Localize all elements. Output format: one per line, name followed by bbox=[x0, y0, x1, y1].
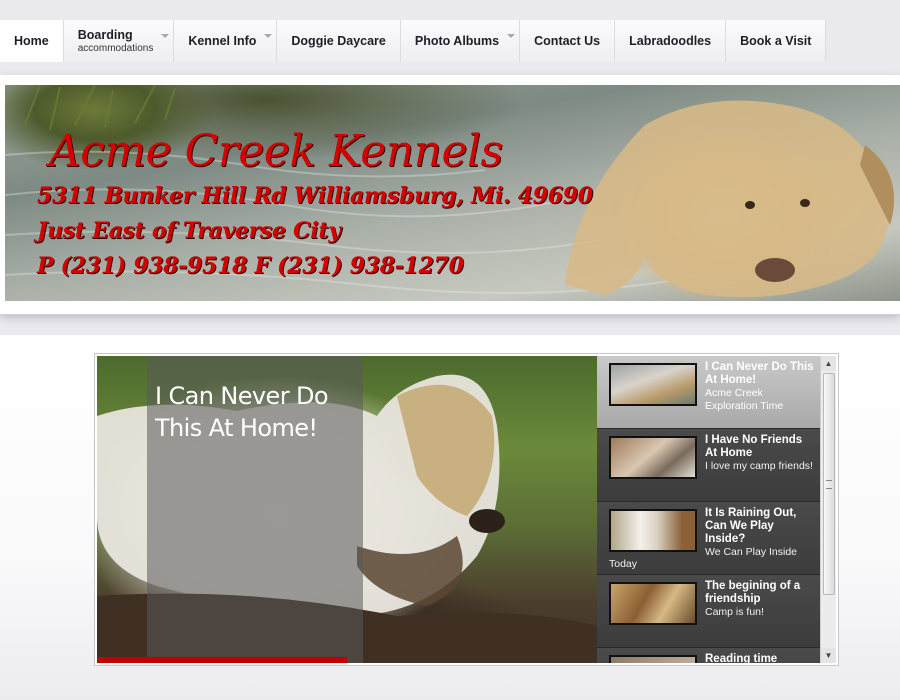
main-content: I Can Never Do This At Home! I Can Never… bbox=[0, 335, 900, 700]
slide-caption: I Can Never Do This At Home! bbox=[155, 382, 329, 442]
thumb-title: Reading time bbox=[705, 653, 778, 663]
slide-thumbnail-list: I Can Never Do This At Home! Acme Creek … bbox=[597, 356, 820, 663]
nav-book-a-visit-label: Book a Visit bbox=[740, 34, 812, 48]
nav-kennel-info[interactable]: Kennel Info bbox=[174, 20, 278, 62]
nav-book-a-visit[interactable]: Book a Visit bbox=[726, 20, 827, 62]
kennel-phone: P (231) 938-9518 F (231) 938-1270 bbox=[37, 253, 464, 279]
nav-contact-us[interactable]: Contact Us bbox=[520, 20, 616, 62]
thumb-text: The begining of a friendship Camp is fun… bbox=[705, 580, 815, 619]
thumb-desc: Acme Creek Exploration Time bbox=[705, 387, 784, 412]
nav-home[interactable]: Home bbox=[0, 20, 64, 62]
thumb-text: I Can Never Do This At Home! Acme Creek … bbox=[705, 361, 815, 413]
thumb-text: Reading time bbox=[705, 653, 815, 663]
thumb-image bbox=[609, 655, 697, 663]
nav-labradoodles-label: Labradoodles bbox=[629, 34, 712, 48]
thumb-image bbox=[609, 582, 697, 625]
thumb-desc: I love my camp friends! bbox=[705, 460, 813, 472]
thumb-desc-overflow: Today bbox=[609, 558, 638, 570]
thumb-scrollbar[interactable]: ▲ ▼ bbox=[820, 356, 836, 663]
nav-photo-albums[interactable]: Photo Albums bbox=[400, 20, 521, 62]
thumb-item[interactable]: Reading time bbox=[597, 648, 820, 663]
kennel-location: Just East of Traverse City bbox=[37, 218, 341, 244]
thumb-text: I Have No Friends At Home I love my camp… bbox=[705, 434, 815, 473]
nav-doggie-daycare[interactable]: Doggie Daycare bbox=[277, 20, 401, 62]
thumb-title: I Have No Friends At Home bbox=[705, 434, 803, 459]
triangle-down-icon[interactable]: ▼ bbox=[821, 648, 836, 663]
header-panel: Acme Creek Kennels 5311 Bunker Hill Rd W… bbox=[0, 75, 900, 315]
nav-home-label: Home bbox=[14, 34, 49, 48]
main-nav: Home Boarding accommodations Kennel Info… bbox=[0, 20, 827, 62]
scrollbar-thumb[interactable] bbox=[823, 373, 835, 595]
thumb-desc: Camp is fun! bbox=[705, 606, 764, 618]
triangle-up-icon[interactable]: ▲ bbox=[821, 356, 836, 371]
thumb-image bbox=[609, 436, 697, 479]
nav-contact-us-label: Contact Us bbox=[534, 34, 601, 48]
thumb-item[interactable]: I Have No Friends At Home I love my camp… bbox=[597, 429, 820, 502]
kennel-name: Acme Creek Kennels bbox=[49, 126, 503, 177]
kennel-address: 5311 Bunker Hill Rd Williamsburg, Mi. 49… bbox=[37, 183, 593, 209]
thumb-item[interactable]: I Can Never Do This At Home! Acme Creek … bbox=[597, 356, 820, 429]
nav-boarding-sublabel: accommodations bbox=[77, 43, 154, 54]
slide-caption-box: I Can Never Do This At Home! bbox=[147, 356, 363, 663]
chevron-down-icon bbox=[264, 34, 273, 38]
nav-labradoodles[interactable]: Labradoodles bbox=[615, 20, 727, 62]
thumb-image bbox=[609, 363, 697, 406]
chevron-down-icon bbox=[507, 34, 516, 38]
thumb-desc: We Can Play Inside bbox=[705, 546, 798, 558]
thumb-item[interactable]: The begining of a friendship Camp is fun… bbox=[597, 575, 820, 648]
chevron-down-icon bbox=[161, 34, 170, 38]
thumb-title: The begining of a friendship bbox=[705, 580, 801, 605]
nav-boarding-label: Boarding bbox=[77, 28, 133, 42]
banner-text: Acme Creek Kennels 5311 Bunker Hill Rd W… bbox=[37, 125, 593, 284]
photo-slider: I Can Never Do This At Home! I Can Never… bbox=[94, 353, 839, 666]
slide-progress-bar bbox=[97, 657, 347, 663]
nav-doggie-daycare-label: Doggie Daycare bbox=[291, 34, 386, 48]
nav-kennel-info-label: Kennel Info bbox=[188, 34, 257, 48]
thumb-image bbox=[609, 509, 697, 552]
thumb-text: It Is Raining Out, Can We Play Inside? W… bbox=[705, 507, 815, 559]
thumb-title: I Can Never Do This At Home! bbox=[705, 361, 814, 386]
slide-image[interactable]: I Can Never Do This At Home! bbox=[97, 356, 597, 663]
thumb-title: It Is Raining Out, Can We Play Inside? bbox=[705, 507, 797, 545]
thumb-item[interactable]: It Is Raining Out, Can We Play Inside? W… bbox=[597, 502, 820, 575]
nav-boarding[interactable]: Boarding accommodations bbox=[63, 20, 175, 62]
nav-photo-albums-label: Photo Albums bbox=[414, 34, 500, 48]
header-banner-image: Acme Creek Kennels 5311 Bunker Hill Rd W… bbox=[5, 85, 900, 301]
